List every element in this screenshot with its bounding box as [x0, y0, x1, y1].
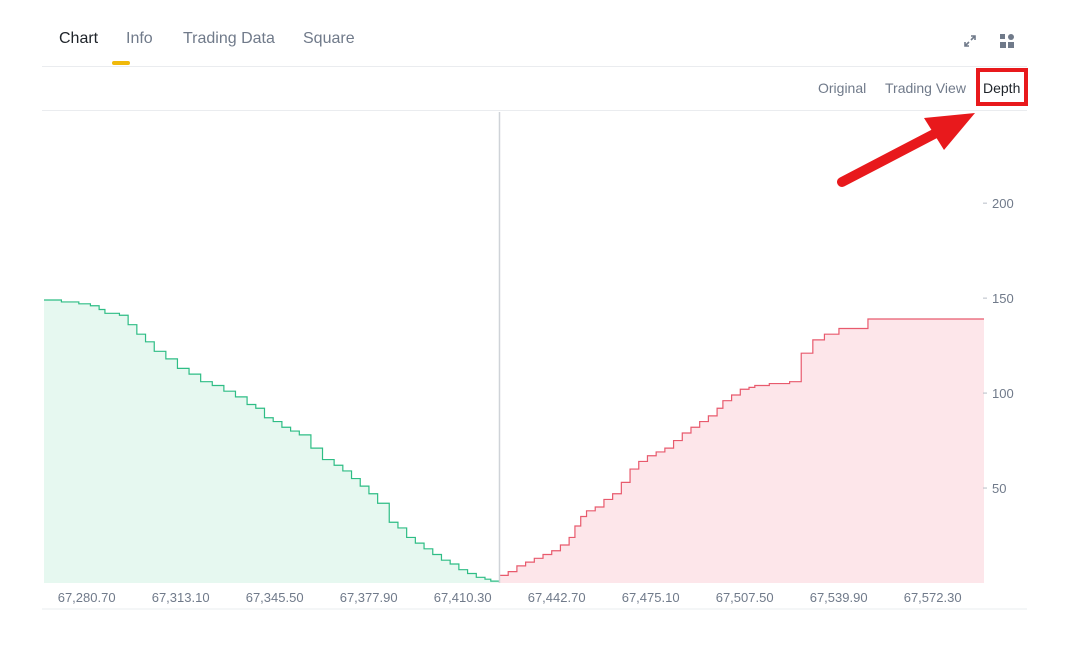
x-axis-tick-label: 67,280.70	[58, 590, 116, 605]
y-axis-tick-label: 150	[992, 291, 1014, 306]
bid-depth-area	[44, 300, 500, 583]
x-axis-tick-label: 67,410.30	[434, 590, 492, 605]
x-axis-tick-label: 67,507.50	[716, 590, 774, 605]
y-axis-tick-label: 100	[992, 386, 1014, 401]
x-axis-tick-label: 67,539.90	[810, 590, 868, 605]
x-axis-tick-label: 67,572.30	[904, 590, 962, 605]
y-axis-tick-label: 200	[992, 196, 1014, 211]
y-axis-tick-label: 50	[992, 481, 1006, 496]
x-axis-tick-label: 67,475.10	[622, 590, 680, 605]
x-axis-tick-label: 67,345.50	[246, 590, 304, 605]
ask-depth-area	[499, 319, 984, 583]
x-axis-tick-label: 67,377.90	[340, 590, 398, 605]
x-axis-tick-label: 67,313.10	[152, 590, 210, 605]
depth-chart: 67,280.70 67,313.10 67,345.50 67,377.90 67,4…	[42, 112, 1027, 610]
x-axis-tick-label: 67,442.70	[528, 590, 586, 605]
